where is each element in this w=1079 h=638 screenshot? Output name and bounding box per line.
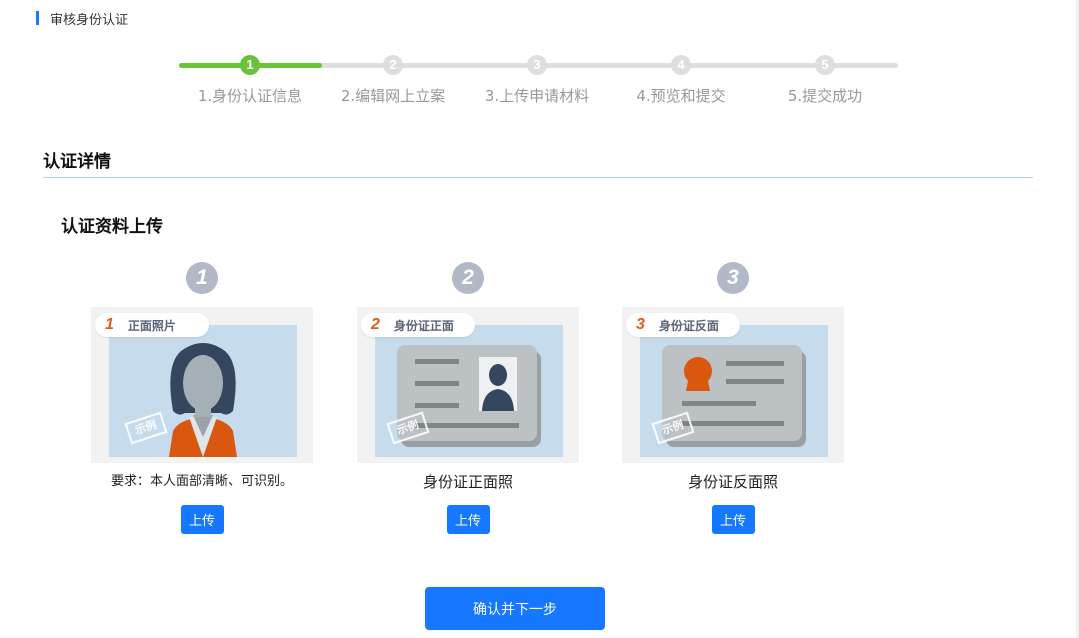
step-label: 2.编辑网上立案	[340, 87, 446, 105]
upload-section-title: 认证资料上传	[61, 217, 163, 237]
example-image-frame: 3 身份证反面 示例	[622, 307, 844, 463]
tag-text: 身份证反面	[658, 318, 719, 333]
step-label: 4.预览和提交	[636, 87, 726, 105]
step-label: 3.上传申请材料	[484, 87, 590, 105]
step-number: 3	[527, 55, 547, 75]
example-image-frame: 2 身份证正面 示例	[357, 307, 579, 463]
step-5: 5 5.提交成功	[753, 55, 897, 106]
example-tag: 3 身份证反面	[626, 313, 740, 337]
card-caption: 要求：本人面部清晰、可识别。	[110, 474, 293, 489]
step-3: 3 3.上传申请材料	[465, 55, 609, 106]
step-4: 4 4.预览和提交	[609, 55, 753, 106]
upload-card-portrait: 1 1 正面照片 示例 要求：本人面部清晰、可识别。 上传	[91, 262, 313, 534]
card-caption: 身份证正面照	[422, 473, 513, 491]
step-number: 4	[671, 55, 691, 75]
header-accent-bar	[36, 11, 39, 25]
example-tag: 1 正面照片	[95, 313, 209, 337]
card-caption: 身份证反面照	[687, 473, 778, 491]
upload-portrait-button[interactable]: 上传	[180, 505, 224, 534]
step-label: 5.提交成功	[787, 87, 863, 105]
section-title: 认证详情	[43, 152, 111, 172]
tag-number: 2	[371, 316, 380, 333]
tag-number: 3	[636, 316, 645, 333]
card-number-badge: 1	[186, 262, 218, 294]
example-tag: 2 身份证正面	[361, 313, 475, 337]
card-number-badge: 3	[717, 262, 749, 294]
card-number-badge: 2	[452, 262, 484, 294]
tag-text: 正面照片	[127, 318, 176, 333]
step-number: 2	[383, 55, 403, 75]
page-title: 审核身份认证	[50, 12, 129, 28]
step-2: 2 2.编辑网上立案	[321, 55, 465, 106]
step-1: 1 1.身份认证信息	[178, 55, 322, 106]
tag-text: 身份证正面	[393, 318, 454, 333]
progress-stepper: 1 1.身份认证信息 2 2.编辑网上立案 3 3.上传申请材料 4 4.预览和…	[179, 55, 899, 115]
upload-card-id-front: 2 2 身份证正面 示例 身份证正面照 上传	[357, 262, 579, 534]
step-number: 5	[815, 55, 835, 75]
step-number: 1	[240, 55, 260, 75]
page-header: 审核身份认证	[36, 10, 129, 28]
upload-id-back-button[interactable]: 上传	[711, 505, 755, 534]
upload-card-id-back: 3 3 身份证反面 示例 身份证反面照 上传	[622, 262, 844, 534]
upload-id-front-button[interactable]: 上传	[446, 505, 490, 534]
step-label: 1.身份认证信息	[197, 87, 303, 105]
example-image-frame: 1 正面照片 示例	[91, 307, 313, 463]
confirm-next-button[interactable]: 确认并下一步	[425, 587, 605, 630]
section-divider	[43, 177, 1033, 178]
tag-number: 1	[105, 316, 114, 333]
